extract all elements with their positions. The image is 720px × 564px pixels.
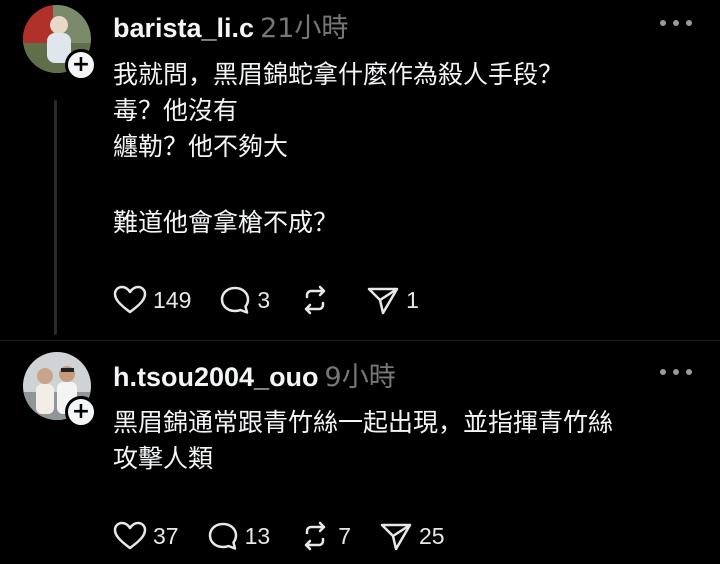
timestamp: 21小時 bbox=[260, 13, 349, 44]
send-icon bbox=[380, 523, 412, 551]
repost-icon bbox=[304, 285, 326, 315]
send-icon bbox=[367, 287, 399, 315]
username[interactable]: barista_li.c 21小時 bbox=[113, 6, 348, 45]
post-line: 難道他會拿槍不成？ bbox=[113, 208, 339, 237]
post-line: 毒？他沒有 bbox=[113, 96, 239, 125]
repost-button[interactable]: 7 bbox=[298, 521, 351, 551]
share-count: 25 bbox=[418, 522, 445, 549]
post-divider bbox=[0, 340, 720, 341]
comment-bubble-icon bbox=[221, 286, 250, 314]
thread-line bbox=[54, 100, 57, 335]
username-text[interactable]: barista_li.c bbox=[113, 13, 254, 43]
reply-count: 3 bbox=[257, 286, 271, 313]
action-bar: 37 13 7 25 bbox=[113, 521, 473, 551]
share-button[interactable]: 1 bbox=[366, 285, 419, 315]
post-line-blank bbox=[113, 165, 703, 205]
heart-icon bbox=[113, 521, 147, 550]
like-count: 37 bbox=[153, 522, 179, 549]
post-line: 我就問，黑眉錦蛇拿什麼作為殺人手段？ bbox=[113, 60, 564, 89]
like-button[interactable]: 37 bbox=[113, 521, 179, 551]
follow-plus-icon[interactable]: + bbox=[65, 396, 97, 428]
action-bar: 149 3 1 bbox=[113, 285, 447, 315]
share-count: 1 bbox=[406, 286, 419, 313]
timestamp: 9小時 bbox=[324, 362, 396, 393]
heart-icon bbox=[113, 285, 147, 314]
post-line: 纏勒？他不夠大 bbox=[113, 132, 289, 161]
like-count: 149 bbox=[153, 286, 192, 313]
username[interactable]: h.tsou2004_ouo 9小時 bbox=[113, 355, 396, 394]
more-options-icon[interactable] bbox=[660, 18, 692, 28]
username-text[interactable]: h.tsou2004_ouo bbox=[113, 362, 319, 392]
post-body: 我就問，黑眉錦蛇拿什麼作為殺人手段？ 毒？他沒有 纏勒？他不夠大 難道他會拿槍不… bbox=[113, 57, 703, 241]
repost-count: 7 bbox=[338, 522, 351, 549]
post-line: 黑眉錦通常跟青竹絲一起出現，並指揮青竹絲 bbox=[113, 408, 614, 437]
comment-bubble-icon bbox=[208, 522, 237, 550]
like-button[interactable]: 149 bbox=[113, 285, 191, 315]
post-line: 攻擊人類 bbox=[113, 444, 214, 473]
reply-button[interactable]: 3 bbox=[219, 285, 270, 315]
avatar-container[interactable]: + bbox=[23, 5, 97, 81]
repost-button[interactable] bbox=[298, 285, 338, 315]
share-button[interactable]: 25 bbox=[379, 521, 445, 551]
follow-plus-icon[interactable]: + bbox=[65, 49, 97, 81]
post-body: 黑眉錦通常跟青竹絲一起出現，並指揮青竹絲 攻擊人類 bbox=[113, 405, 703, 477]
reply-count: 13 bbox=[244, 522, 271, 549]
avatar-container[interactable]: + bbox=[23, 352, 97, 428]
more-options-icon[interactable] bbox=[660, 367, 692, 377]
repost-icon bbox=[304, 521, 326, 551]
reply-button[interactable]: 13 bbox=[207, 521, 271, 551]
thread-line bbox=[54, 448, 57, 564]
